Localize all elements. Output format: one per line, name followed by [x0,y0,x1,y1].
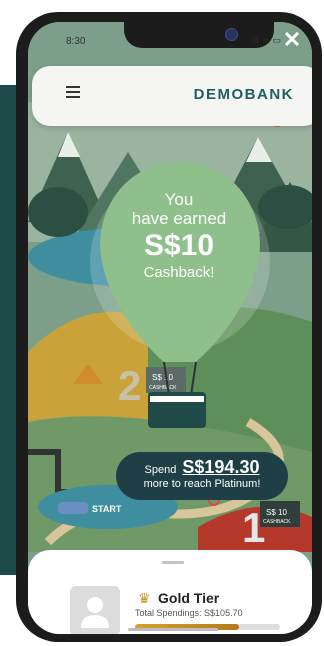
app-header: DEMOBANK [32,66,312,126]
user-icon [81,597,109,628]
sheet-drag-handle[interactable] [162,561,184,564]
avatar [70,586,120,634]
spend-prefix: Spend [144,464,177,476]
spend-amount: S$194.30 [182,457,260,477]
tree-cluster-left [28,187,88,237]
app-screen: 2 S$ 10 CASHBACK 1 S$ 10 CASHBACK START … [28,22,312,634]
close-icon[interactable]: ✕ [280,28,304,52]
stage-1-cashback-amount: S$ 10 [266,508,287,517]
start-label: START [92,504,122,514]
balloon-line2: have earned [131,209,227,228]
stage-2-cashback-label: CASHBACK [149,385,177,391]
total-spendings: Total Spendings: S$105.70 [135,608,243,618]
basket-stripe [150,396,204,402]
stage-1-cashback-label: CASHBACK [263,519,291,525]
cashback-amount: S$10 [143,229,215,262]
home-indicator [128,628,218,631]
tier-name: Gold Tier [158,590,220,606]
spend-suffix: more to reach Platinum! [143,478,261,490]
balloon-line3: Cashback! [143,264,215,281]
balloon-line1: You [164,190,194,209]
phone-notch [124,22,274,48]
car-icon [58,502,88,514]
tier-bottom-sheet[interactable]: ♛ Gold Tier Total Spendings: S$105.70 [28,550,312,634]
menu-icon[interactable] [66,86,80,98]
status-time: 8:30 [66,36,86,47]
crown-icon: ♛ [138,590,151,606]
status-icons: ıl ≈ ▭ [253,35,282,45]
spend-to-next-tier: Spend S$194.30 more to reach Platinum! [116,452,288,500]
brand-logo: DEMOBANK [193,86,294,103]
stage-2-cashback-amount: S$ 10 [152,373,173,382]
stage-2-number: 2 [118,362,141,409]
camera-icon [225,28,238,41]
balloon-message: You have earned S$10 Cashback! [124,190,234,281]
